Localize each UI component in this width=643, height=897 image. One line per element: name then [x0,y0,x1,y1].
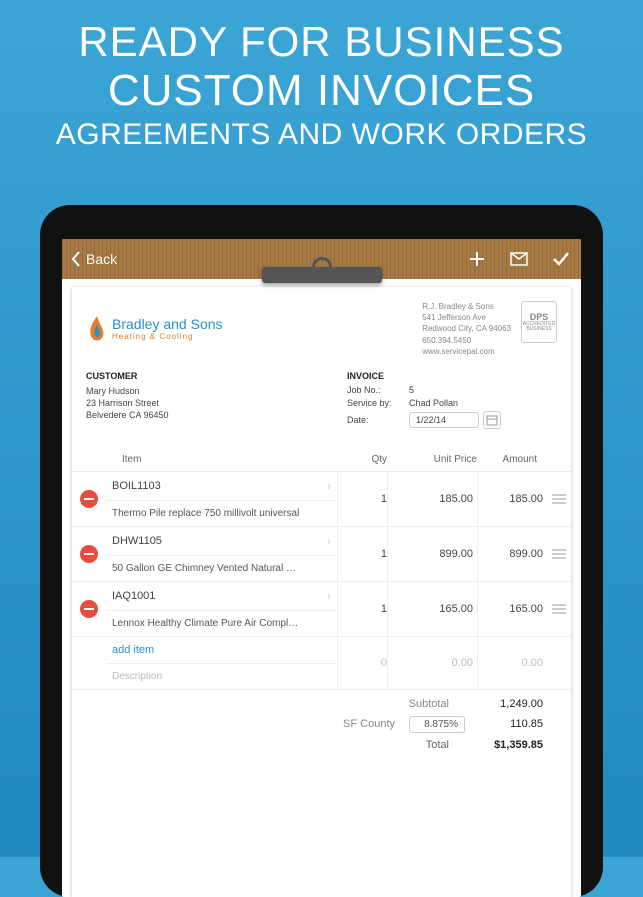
item-description[interactable]: 50 Gallon GE Chimney Vented Natural Gas … [106,556,306,581]
table-row: IAQ1001›Lennox Healthy Climate Pure Air … [72,582,571,637]
invoice-meta: INVOICE Job No.: 5 Service by: Chad Poll… [347,371,557,432]
amount-cell: 185.00 [477,472,547,526]
job-value: 5 [409,385,414,395]
invoice-heading: INVOICE [347,371,557,381]
add-item-row[interactable]: add item Description 0 0.00 0.00 [72,637,571,690]
subtotal-value: 1,249.00 [463,698,543,710]
calendar-icon[interactable] [483,411,501,429]
totals-block: Subtotal 1,249.00 SF County 8.875% 110.8… [72,690,571,751]
minus-icon [80,600,98,618]
company-logo: Bradley and Sons Heating & Cooling [86,301,223,357]
tax-label: SF County [305,718,395,730]
brand-tagline: Heating & Cooling [112,332,223,341]
service-label: Service by: [347,398,409,408]
plus-icon[interactable] [467,249,487,269]
delete-button[interactable] [72,527,106,581]
drag-handle[interactable] [547,472,571,526]
back-button[interactable]: Back [62,250,117,268]
unit-price-cell[interactable]: 185.00 [387,472,477,526]
delete-button[interactable] [72,472,106,526]
table-row: BOIL1103›Thermo Pile replace 750 millivo… [72,472,571,527]
minus-icon [80,490,98,508]
minus-icon [80,545,98,563]
promo-line-2: CUSTOM INVOICES [0,66,643,116]
promo-line-1: READY FOR BUSINESS [0,18,643,66]
chevron-right-icon: › [327,479,331,493]
col-qty: Qty [337,454,387,465]
add-up: 0.00 [387,637,477,689]
chevron-right-icon: › [327,589,331,603]
table-header: Item Qty Unit Price Amount [72,446,571,472]
tax-value: 110.85 [479,718,543,730]
item-code[interactable]: IAQ1001› [106,582,337,611]
add-amt: 0.00 [477,637,547,689]
tax-percent[interactable]: 8.875% [409,716,465,733]
flame-icon [86,314,108,344]
chevron-right-icon: › [327,534,331,548]
promo-banner: READY FOR BUSINESS CUSTOM INVOICES AGREE… [0,0,643,152]
item-code[interactable]: BOIL1103› [106,472,337,501]
customer-name: Mary Hudson [86,385,347,397]
col-unit-price: Unit Price [387,454,477,465]
drag-icon [552,549,566,559]
clipboard-clip [262,267,382,297]
amount-cell: 165.00 [477,582,547,636]
qty-cell[interactable]: 1 [337,582,387,636]
date-label: Date: [347,415,409,425]
drag-handle[interactable] [547,582,571,636]
accreditation-badge: DPS ACCREDITED BUSINESS [521,301,557,343]
tablet-frame: Back Bradley and Sons [40,205,603,897]
add-qty: 0 [337,637,387,689]
job-label: Job No.: [347,385,409,395]
delete-button[interactable] [72,582,106,636]
total-value: $1,359.85 [463,739,543,751]
total-label: Total [359,739,449,751]
company-info: R.J. Bradley & Sons 541 Jefferson Ave Re… [422,301,511,357]
customer-block: CUSTOMER Mary Hudson 23 Harrison Street … [86,371,347,432]
drag-icon [552,604,566,614]
customer-addr1: 23 Harrison Street [86,397,347,409]
unit-price-cell[interactable]: 899.00 [387,527,477,581]
table-row: DHW1105›50 Gallon GE Chimney Vented Natu… [72,527,571,582]
invoice-paper: Bradley and Sons Heating & Cooling R.J. … [72,287,571,897]
service-value: Chad Pollan [409,398,458,408]
brand-name: Bradley and Sons [112,316,223,332]
unit-price-cell[interactable]: 165.00 [387,582,477,636]
col-item: Item [122,454,337,465]
drag-handle[interactable] [547,527,571,581]
app-screen: Back Bradley and Sons [62,239,581,897]
customer-addr2: Belvedere CA 96450 [86,409,347,421]
add-item-desc[interactable]: Description [106,664,306,689]
subtotal-label: Subtotal [359,698,449,710]
qty-cell[interactable]: 1 [337,527,387,581]
item-description[interactable]: Lennox Healthy Climate Pure Air Complete… [106,611,306,636]
qty-cell[interactable]: 1 [337,472,387,526]
col-amount: Amount [477,454,557,465]
chevron-left-icon [70,250,82,268]
drag-icon [552,494,566,504]
item-description[interactable]: Thermo Pile replace 750 millivolt univer… [106,501,306,526]
item-code[interactable]: DHW1105› [106,527,337,556]
date-input[interactable]: 1/22/14 [409,412,479,428]
mail-icon[interactable] [509,249,529,269]
check-icon[interactable] [551,249,571,269]
promo-line-3: AGREEMENTS AND WORK ORDERS [0,118,643,152]
back-label: Back [86,251,117,267]
customer-heading: CUSTOMER [86,371,347,381]
amount-cell: 899.00 [477,527,547,581]
add-item-label[interactable]: add item [112,644,154,656]
